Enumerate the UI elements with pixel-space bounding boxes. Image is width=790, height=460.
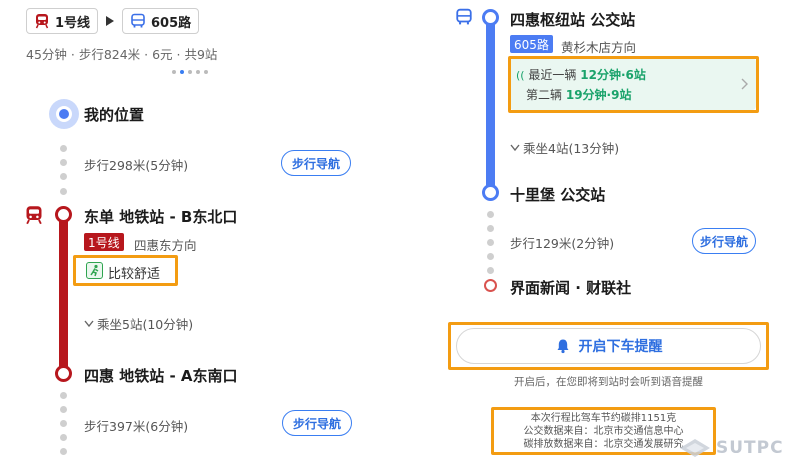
walk-segment-1: 步行298米(5分钟) [84,158,189,173]
bell-icon [557,339,568,354]
bus-ride-toggle[interactable]: 乘坐4站(13分钟) [510,138,619,157]
arrival-second: 第二辆 19分钟·9站 [526,86,631,103]
ride-stops-label: 乘坐5站(10分钟) [97,317,194,332]
alight-alert-label: 开启下车提醒 [578,339,663,355]
route-summary: 45分钟 · 步行824米 · 6元 · 共9站 [26,47,218,62]
stop-sihui-hub[interactable]: 四惠枢纽站 公交站 [510,9,635,30]
arrow-right-icon [106,16,114,26]
ride-stops-toggle[interactable]: 乘坐5站(10分钟) [84,314,193,333]
my-location-label: 我的位置 [84,106,145,124]
station-marker [55,206,72,223]
walk-segment-3: 步行129米(2分钟) [510,236,615,251]
arrival-first: (( 最近一辆 12分钟·6站 [516,66,646,83]
chevron-right-icon [741,78,748,90]
arrival-highlight [508,56,759,113]
bus-direction: 黄杉木店方向 [561,40,637,55]
walk-nav-button-3[interactable]: 步行导航 [692,228,756,254]
alight-alert-button[interactable]: 开启下车提醒 [456,328,761,364]
arrival-second-label: 第二辆 [526,88,563,102]
destination-marker [484,279,497,292]
subway-route-line [59,214,68,374]
subway-line-badge: 1号线 [84,233,124,251]
bus-line-label: 605路 [151,15,192,31]
stop-marker [482,9,499,26]
comfort-label: 比较舒适 [108,267,161,282]
comfort-icon [86,262,103,279]
realtime-signal-icon: (( [516,69,525,82]
arrival-first-label: 最近一辆 [528,68,577,82]
arrival-second-value: 19分钟·9站 [565,88,632,102]
bus-ride-label: 乘坐4站(13分钟) [523,141,620,156]
alert-hint: 开启后，在您即将到站时会听到语音提醒 [514,376,703,388]
transit-data-source: 公交数据来自：北京市交通信息中心 [523,426,684,437]
bus-route-line [486,17,495,193]
destination-label: 界面新闻 · 财联社 [510,279,632,297]
bus-icon [456,8,472,25]
subway-icon [35,14,49,29]
bus-line-chip[interactable]: 605路 [122,8,200,34]
subway-icon [26,206,42,225]
bus-line-badge: 605路 [510,35,553,53]
watermark-text: SUTPC [716,438,784,458]
stop-shilipu[interactable]: 十里堡 公交站 [510,184,605,205]
subway-line-label: 1号线 [55,15,91,31]
walk-nav-button-1[interactable]: 步行导航 [281,150,351,176]
my-location-icon [49,99,79,129]
arrival-first-value: 12分钟·6站 [580,68,646,82]
station-marker [55,365,72,382]
subway-line-chip[interactable]: 1号线 [26,8,99,34]
walk-nav-button-2[interactable]: 步行导航 [282,410,352,436]
sutpc-logo-icon [680,439,710,457]
station-dongdan[interactable]: 东单 地铁站 - B东北口 [84,206,237,227]
station-sihui[interactable]: 四惠 地铁站 - A东南口 [84,365,238,386]
watermark: SUTPC [680,438,784,458]
stop-marker [482,184,499,201]
bus-icon [131,13,145,28]
carbon-saving-text: 本次行程比驾车节约碳排1151克 [530,413,677,424]
chevron-down-icon [84,320,94,327]
chevron-down-icon [510,144,520,151]
walk-segment-2: 步行397米(6分钟) [84,419,189,434]
subway-direction: 四惠东方向 [134,238,197,253]
